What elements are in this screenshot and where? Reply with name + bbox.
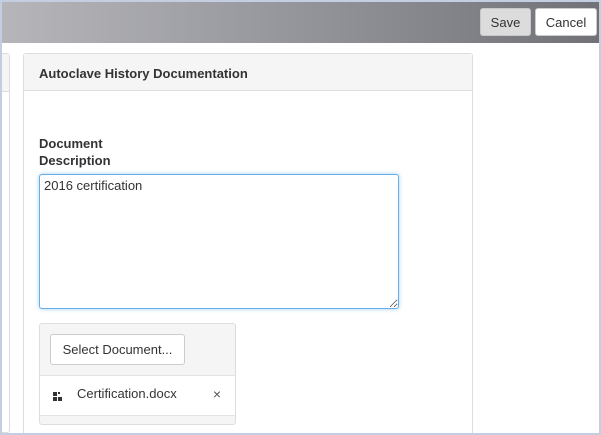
cancel-button[interactable]: Cancel bbox=[535, 8, 597, 36]
file-item: Certification.docx × bbox=[40, 375, 235, 416]
left-panel-header bbox=[2, 54, 9, 92]
app-window: Save Cancel Autoclave History Documentat… bbox=[0, 0, 601, 435]
document-type-icon bbox=[53, 392, 62, 401]
description-label: Document Description bbox=[39, 136, 111, 168]
left-panel-edge bbox=[2, 53, 10, 433]
select-document-button[interactable]: Select Document... bbox=[50, 334, 185, 365]
save-button[interactable]: Save bbox=[480, 8, 531, 36]
documentation-panel: Autoclave History Documentation Document… bbox=[23, 53, 473, 433]
file-name: Certification.docx bbox=[77, 386, 177, 401]
description-textarea[interactable]: 2016 certification bbox=[39, 174, 399, 309]
top-toolbar: Save Cancel bbox=[2, 2, 599, 43]
panel-title: Autoclave History Documentation bbox=[24, 54, 472, 91]
document-upload: Select Document... Certification.docx × bbox=[39, 323, 236, 425]
remove-file-icon[interactable]: × bbox=[210, 386, 224, 402]
